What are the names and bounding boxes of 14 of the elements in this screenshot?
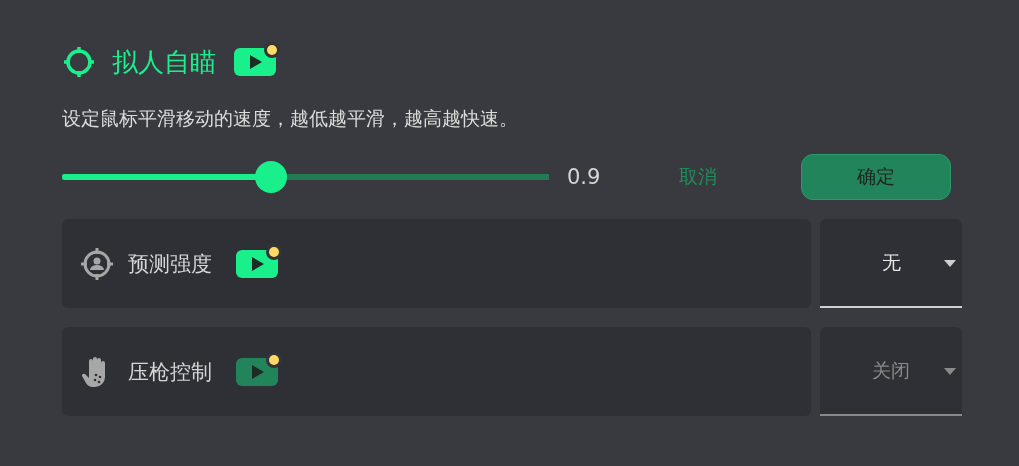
video-icon[interactable] — [232, 40, 282, 78]
setting-label: 压枪控制 — [128, 358, 212, 386]
dropdown[interactable]: 无 — [820, 219, 962, 308]
description-text: 设定鼠标平滑移动的速度，越低越平滑，越高越快速。 — [62, 106, 519, 131]
crosshair-icon — [62, 45, 96, 79]
caret-icon — [944, 368, 956, 375]
caret-icon — [944, 260, 956, 267]
target-person-icon — [80, 246, 114, 281]
setting-label: 预测强度 — [128, 250, 212, 278]
slider-value: 0.9 — [567, 165, 602, 189]
section-title: 拟人自瞄 — [112, 45, 216, 79]
slider-thumb[interactable] — [255, 161, 288, 193]
confirm-button[interactable]: 确定 — [801, 154, 951, 200]
cancel-button[interactable]: 取消 — [669, 160, 727, 194]
